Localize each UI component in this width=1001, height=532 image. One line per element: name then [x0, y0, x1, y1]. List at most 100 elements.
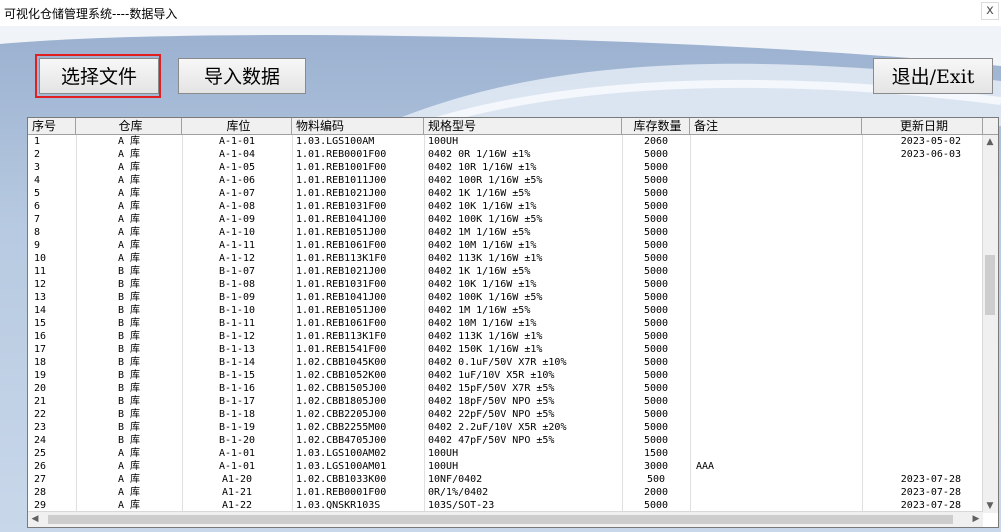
- table-row[interactable]: 13 B 库 B-1-09 1.01.REB1041J00 0402 100K 1/16…: [28, 291, 983, 304]
- col-header-remark[interactable]: 备注: [690, 118, 862, 134]
- table-row[interactable]: 1 A 库 A-1-01 1.03.LGS100AM 100UH 2060 2023-05-…: [28, 135, 983, 148]
- cell-material-code: 1.02.CBB1505J00: [296, 383, 387, 394]
- cell-seq: 12: [34, 279, 47, 290]
- table-row[interactable]: 3 A 库 A-1-05 1.01.REB1001F00 0402 10R 1/16W …: [28, 161, 983, 174]
- cell-material-code: 1.01.REB1021J00: [296, 266, 387, 277]
- cell-stock-qty: 1500: [643, 448, 669, 459]
- close-button[interactable]: x: [981, 2, 999, 20]
- table-row[interactable]: 18 B 库 B-1-14 1.02.CBB1045K00 0402 0.1uF/50V…: [28, 356, 983, 369]
- scroll-down-icon[interactable]: ▼: [983, 499, 997, 513]
- cell-stock-qty: 5000: [643, 162, 669, 173]
- col-header-location[interactable]: 库位: [182, 118, 292, 134]
- col-header-spec-model[interactable]: 规格型号: [424, 118, 622, 134]
- cell-spec-model: 0402 10K 1/16W ±1%: [428, 201, 537, 212]
- col-header-seq[interactable]: 序号: [28, 118, 76, 134]
- cell-spec-model: 0402 100R 1/16W ±5%: [428, 175, 543, 186]
- col-header-stock-qty[interactable]: 库存数量: [622, 118, 690, 134]
- table-row[interactable]: 4 A 库 A-1-06 1.01.REB1011J00 0402 100R 1/16W…: [28, 174, 983, 187]
- client-area: 选择文件 导入数据 退出/Exit 序号 仓库 库位 物料编码 规格型号 库存数量 备注 更新…: [0, 26, 1001, 532]
- scroll-left-icon[interactable]: ◀: [28, 512, 42, 526]
- cell-warehouse: A 库: [117, 227, 141, 238]
- table-row[interactable]: 28 A 库 A1-21 1.01.REB0001F00 0R/1%/0402 2000 2…: [28, 486, 983, 499]
- table-row[interactable]: 9 A 库 A-1-11 1.01.REB1061F00 0402 10M 1/16W …: [28, 239, 983, 252]
- table-row[interactable]: 21 B 库 B-1-17 1.02.CBB1805J00 0402 18pF/50V …: [28, 395, 983, 408]
- cell-stock-qty: 5000: [643, 396, 669, 407]
- table-row[interactable]: 12 B 库 B-1-08 1.01.REB1031F00 0402 10K 1/16W…: [28, 278, 983, 291]
- cell-material-code: 1.02.CBB1045K00: [296, 357, 387, 368]
- cell-remark: [696, 226, 862, 239]
- cell-remark: [696, 317, 862, 330]
- table-row[interactable]: 22 B 库 B-1-18 1.02.CBB2205J00 0402 22pF/50V …: [28, 408, 983, 421]
- vertical-scroll-thumb[interactable]: [985, 255, 995, 315]
- import-data-button[interactable]: 导入数据: [178, 58, 306, 94]
- cell-location: A-1-05: [218, 162, 256, 173]
- cell-warehouse: B 库: [117, 396, 141, 407]
- cell-seq: 5: [34, 188, 41, 199]
- cell-warehouse: B 库: [117, 370, 141, 381]
- table-row[interactable]: 26 A 库 A-1-01 1.03.LGS100AM01 100UH 3000 AAA: [28, 460, 983, 473]
- table-row[interactable]: 14 B 库 B-1-10 1.01.REB1051J00 0402 1M 1/16W …: [28, 304, 983, 317]
- cell-material-code: 1.03.LGS100AM01: [296, 461, 387, 472]
- cell-stock-qty: 5000: [643, 370, 669, 381]
- table-row[interactable]: 11 B 库 B-1-07 1.01.REB1021J00 0402 1K 1/16W …: [28, 265, 983, 278]
- table-row[interactable]: 5 A 库 A-1-07 1.01.REB1021J00 0402 1K 1/16W ±…: [28, 187, 983, 200]
- cell-stock-qty: 3000: [643, 461, 669, 472]
- cell-warehouse: A 库: [117, 487, 141, 498]
- table-row[interactable]: 6 A 库 A-1-08 1.01.REB1031F00 0402 10K 1/16W …: [28, 200, 983, 213]
- horizontal-scroll-thumb[interactable]: [48, 515, 953, 524]
- cell-material-code: 1.01.REB1541F00: [296, 344, 387, 355]
- cell-location: B-1-10: [218, 305, 256, 316]
- cell-remark: [696, 174, 862, 187]
- cell-update-date: [862, 161, 961, 174]
- table-row[interactable]: 16 B 库 B-1-12 1.01.REB113K1F0 0402 113K 1/16…: [28, 330, 983, 343]
- cell-remark: [696, 408, 862, 421]
- cell-spec-model: 10NF/0402: [428, 474, 483, 485]
- table-row[interactable]: 19 B 库 B-1-15 1.02.CBB1052K00 0402 1uF/10V X…: [28, 369, 983, 382]
- cell-remark: [696, 278, 862, 291]
- table-row[interactable]: 17 B 库 B-1-13 1.01.REB1541F00 0402 150K 1/16…: [28, 343, 983, 356]
- cell-material-code: 1.01.REB1031F00: [296, 279, 387, 290]
- table-row[interactable]: 8 A 库 A-1-10 1.01.REB1051J00 0402 1M 1/16W ±…: [28, 226, 983, 239]
- cell-location: B-1-15: [218, 370, 256, 381]
- scroll-up-icon[interactable]: ▲: [983, 135, 997, 149]
- cell-material-code: 1.01.REB113K1F0: [296, 253, 387, 264]
- cell-remark: [696, 304, 862, 317]
- cell-seq: 18: [34, 357, 47, 368]
- cell-material-code: 1.01.REB1041J00: [296, 214, 387, 225]
- cell-location: B-1-13: [218, 344, 256, 355]
- cell-remark: [696, 161, 862, 174]
- table-row[interactable]: 10 A 库 A-1-12 1.01.REB113K1F0 0402 113K 1/16…: [28, 252, 983, 265]
- cell-remark: [696, 343, 862, 356]
- horizontal-scrollbar[interactable]: ◀ ▶: [28, 511, 983, 527]
- exit-button[interactable]: 退出/Exit: [873, 58, 993, 94]
- table-row[interactable]: 25 A 库 A-1-01 1.03.LGS100AM02 100UH 1500: [28, 447, 983, 460]
- cell-material-code: 1.01.REB1031F00: [296, 201, 387, 212]
- cell-location: A-1-09: [218, 214, 256, 225]
- cell-location: B-1-12: [218, 331, 256, 342]
- data-grid[interactable]: 序号 仓库 库位 物料编码 规格型号 库存数量 备注 更新日期 1 A 库 A-1-01 1.03.…: [27, 117, 999, 528]
- col-header-update-date[interactable]: 更新日期: [862, 118, 983, 134]
- table-row[interactable]: 2 A 库 A-1-04 1.01.REB0001F00 0402 0R 1/16W ±…: [28, 148, 983, 161]
- table-row[interactable]: 27 A 库 A1-20 1.02.CBB1033K00 10NF/0402 500 202…: [28, 473, 983, 486]
- cell-warehouse: B 库: [117, 435, 141, 446]
- table-row[interactable]: 20 B 库 B-1-16 1.02.CBB1505J00 0402 15pF/50V …: [28, 382, 983, 395]
- cell-update-date: [862, 304, 961, 317]
- table-row[interactable]: 23 B 库 B-1-19 1.02.CBB2255M00 0402 2.2uF/10V…: [28, 421, 983, 434]
- cell-stock-qty: 5000: [643, 344, 669, 355]
- cell-remark: [696, 330, 862, 343]
- cell-material-code: 1.03.LGS100AM02: [296, 448, 387, 459]
- table-row[interactable]: 7 A 库 A-1-09 1.01.REB1041J00 0402 100K 1/16W…: [28, 213, 983, 226]
- vertical-scrollbar[interactable]: ▲ ▼: [982, 135, 998, 513]
- cell-seq: 28: [34, 487, 47, 498]
- col-header-material-code[interactable]: 物料编码: [292, 118, 424, 134]
- cell-warehouse: B 库: [117, 318, 141, 329]
- cell-warehouse: B 库: [117, 305, 141, 316]
- col-header-warehouse[interactable]: 仓库: [76, 118, 182, 134]
- select-file-button[interactable]: 选择文件: [39, 58, 159, 94]
- cell-update-date: [862, 252, 961, 265]
- cell-seq: 17: [34, 344, 47, 355]
- table-row[interactable]: 24 B 库 B-1-20 1.02.CBB4705J00 0402 47pF/50V …: [28, 434, 983, 447]
- table-row[interactable]: 15 B 库 B-1-11 1.01.REB1061F00 0402 10M 1/16W…: [28, 317, 983, 330]
- scroll-right-icon[interactable]: ▶: [969, 512, 983, 526]
- cell-spec-model: 0402 10M 1/16W ±1%: [428, 318, 537, 329]
